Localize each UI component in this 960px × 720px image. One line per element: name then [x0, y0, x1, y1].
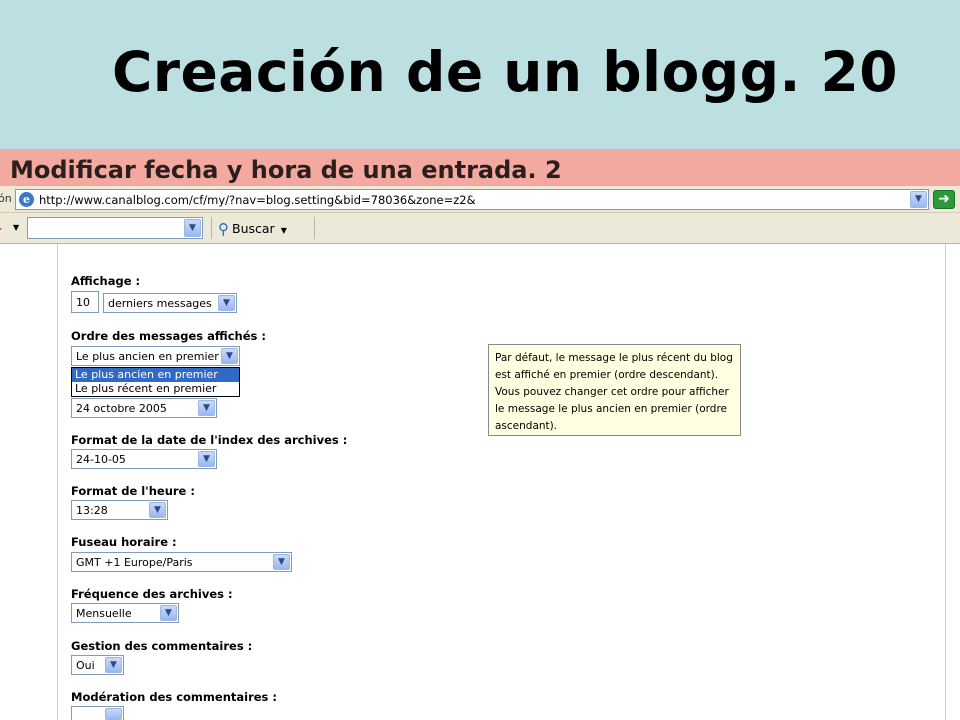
address-bar: ón e http://www.canalblog.com/cf/my/?nav… — [0, 186, 960, 213]
search-button-label: Buscar — [232, 221, 275, 236]
time-format-label: Format de l'heure : — [71, 484, 195, 498]
ordre-option[interactable]: Le plus récent en premier — [72, 382, 239, 396]
timezone-value: GMT +1 Europe/Paris — [76, 556, 193, 569]
date-format-value: 24 octobre 2005 — [76, 402, 167, 415]
browser-window: ón e http://www.canalblog.com/cf/my/?nav… — [0, 186, 960, 720]
chevron-down-icon[interactable]: ▼ — [198, 400, 215, 416]
comments-label: Gestion des commentaires : — [71, 639, 253, 653]
search-dropdown-icon[interactable]: ▼ — [184, 219, 201, 237]
chevron-down-icon[interactable]: ▼ — [218, 295, 235, 311]
toolbar-dropdown-icon[interactable]: ▼ — [13, 223, 19, 232]
chevron-down-icon[interactable]: ▼ — [149, 502, 166, 518]
chevron-down-icon[interactable]: ▼ — [105, 657, 122, 673]
search-input[interactable]: ▼ — [27, 217, 203, 239]
archive-frequency-label: Fréquence des archives : — [71, 587, 233, 601]
comments-select[interactable]: Oui ▼ — [71, 655, 124, 675]
affichage-select[interactable]: derniers messages ▼ — [103, 293, 237, 313]
comments-value: Oui — [76, 659, 95, 672]
chevron-down-icon[interactable]: ▼ — [221, 348, 238, 364]
address-dropdown-icon[interactable]: ▼ — [910, 191, 927, 208]
toolbar-divider — [211, 217, 212, 239]
ordre-select[interactable]: Le plus ancien en premier ▼ — [71, 346, 240, 366]
help-tooltip: Par défaut, le message le plus récent du… — [488, 344, 741, 436]
chevron-down-icon[interactable] — [105, 708, 122, 720]
title-band: Creación de un blogg. 20 — [0, 0, 960, 149]
ordre-option[interactable]: Le plus ancien en premier — [72, 368, 239, 382]
archive-frequency-value: Mensuelle — [76, 607, 132, 620]
address-url: http://www.canalblog.com/cf/my/?nav=blog… — [39, 193, 476, 207]
slide-title: Creación de un blogg. 20 — [112, 40, 899, 104]
address-input[interactable]: e http://www.canalblog.com/cf/my/?nav=bl… — [15, 189, 929, 210]
search-toolbar: ▸ ▼ ▼ ⚲Buscar ▼ — [0, 213, 960, 244]
magnifier-icon: ⚲ — [218, 220, 229, 238]
archive-date-format-value: 24-10-05 — [76, 453, 126, 466]
address-label: ón — [0, 192, 12, 205]
date-format-select[interactable]: 24 octobre 2005 ▼ — [71, 398, 217, 418]
archive-frequency-select[interactable]: Mensuelle ▼ — [71, 603, 179, 623]
affichage-label: Affichage : — [71, 274, 141, 288]
ordre-select-value: Le plus ancien en premier — [76, 350, 219, 363]
search-button[interactable]: ⚲ Buscar ▼ — [218, 220, 287, 238]
chevron-down-icon[interactable]: ▼ — [273, 554, 290, 570]
chevron-down-icon[interactable]: ▼ — [198, 451, 215, 467]
affichage-count-input[interactable]: 10 — [71, 291, 99, 313]
subtitle-band: Modificar fecha y hora de una entrada. 2 — [0, 149, 960, 186]
ie-page-icon: e — [19, 192, 34, 207]
timezone-select[interactable]: GMT +1 Europe/Paris ▼ — [71, 552, 292, 572]
search-button-dropdown-icon: ▼ — [280, 226, 287, 235]
toolbar-edge-icon[interactable]: ▸ — [0, 221, 2, 235]
time-format-value: 13:28 — [76, 504, 108, 517]
ordre-dropdown-list: Le plus ancien en premier Le plus récent… — [71, 367, 240, 397]
toolbar-divider — [314, 217, 315, 239]
archive-date-format-label: Format de la date de l'index des archive… — [71, 433, 348, 447]
chevron-down-icon[interactable]: ▼ — [160, 605, 177, 621]
time-format-select[interactable]: 13:28 ▼ — [71, 500, 168, 520]
timezone-label: Fuseau horaire : — [71, 535, 177, 549]
moderation-label: Modération des commentaires : — [71, 690, 278, 704]
ordre-label: Ordre des messages affichés : — [71, 329, 266, 343]
go-arrow-icon[interactable]: ➜ — [933, 190, 955, 209]
slide-subtitle: Modificar fecha y hora de una entrada. 2 — [10, 156, 562, 184]
archive-date-format-select[interactable]: 24-10-05 ▼ — [71, 449, 217, 469]
moderation-select[interactable] — [71, 706, 124, 720]
affichage-select-value: derniers messages — [108, 297, 212, 310]
